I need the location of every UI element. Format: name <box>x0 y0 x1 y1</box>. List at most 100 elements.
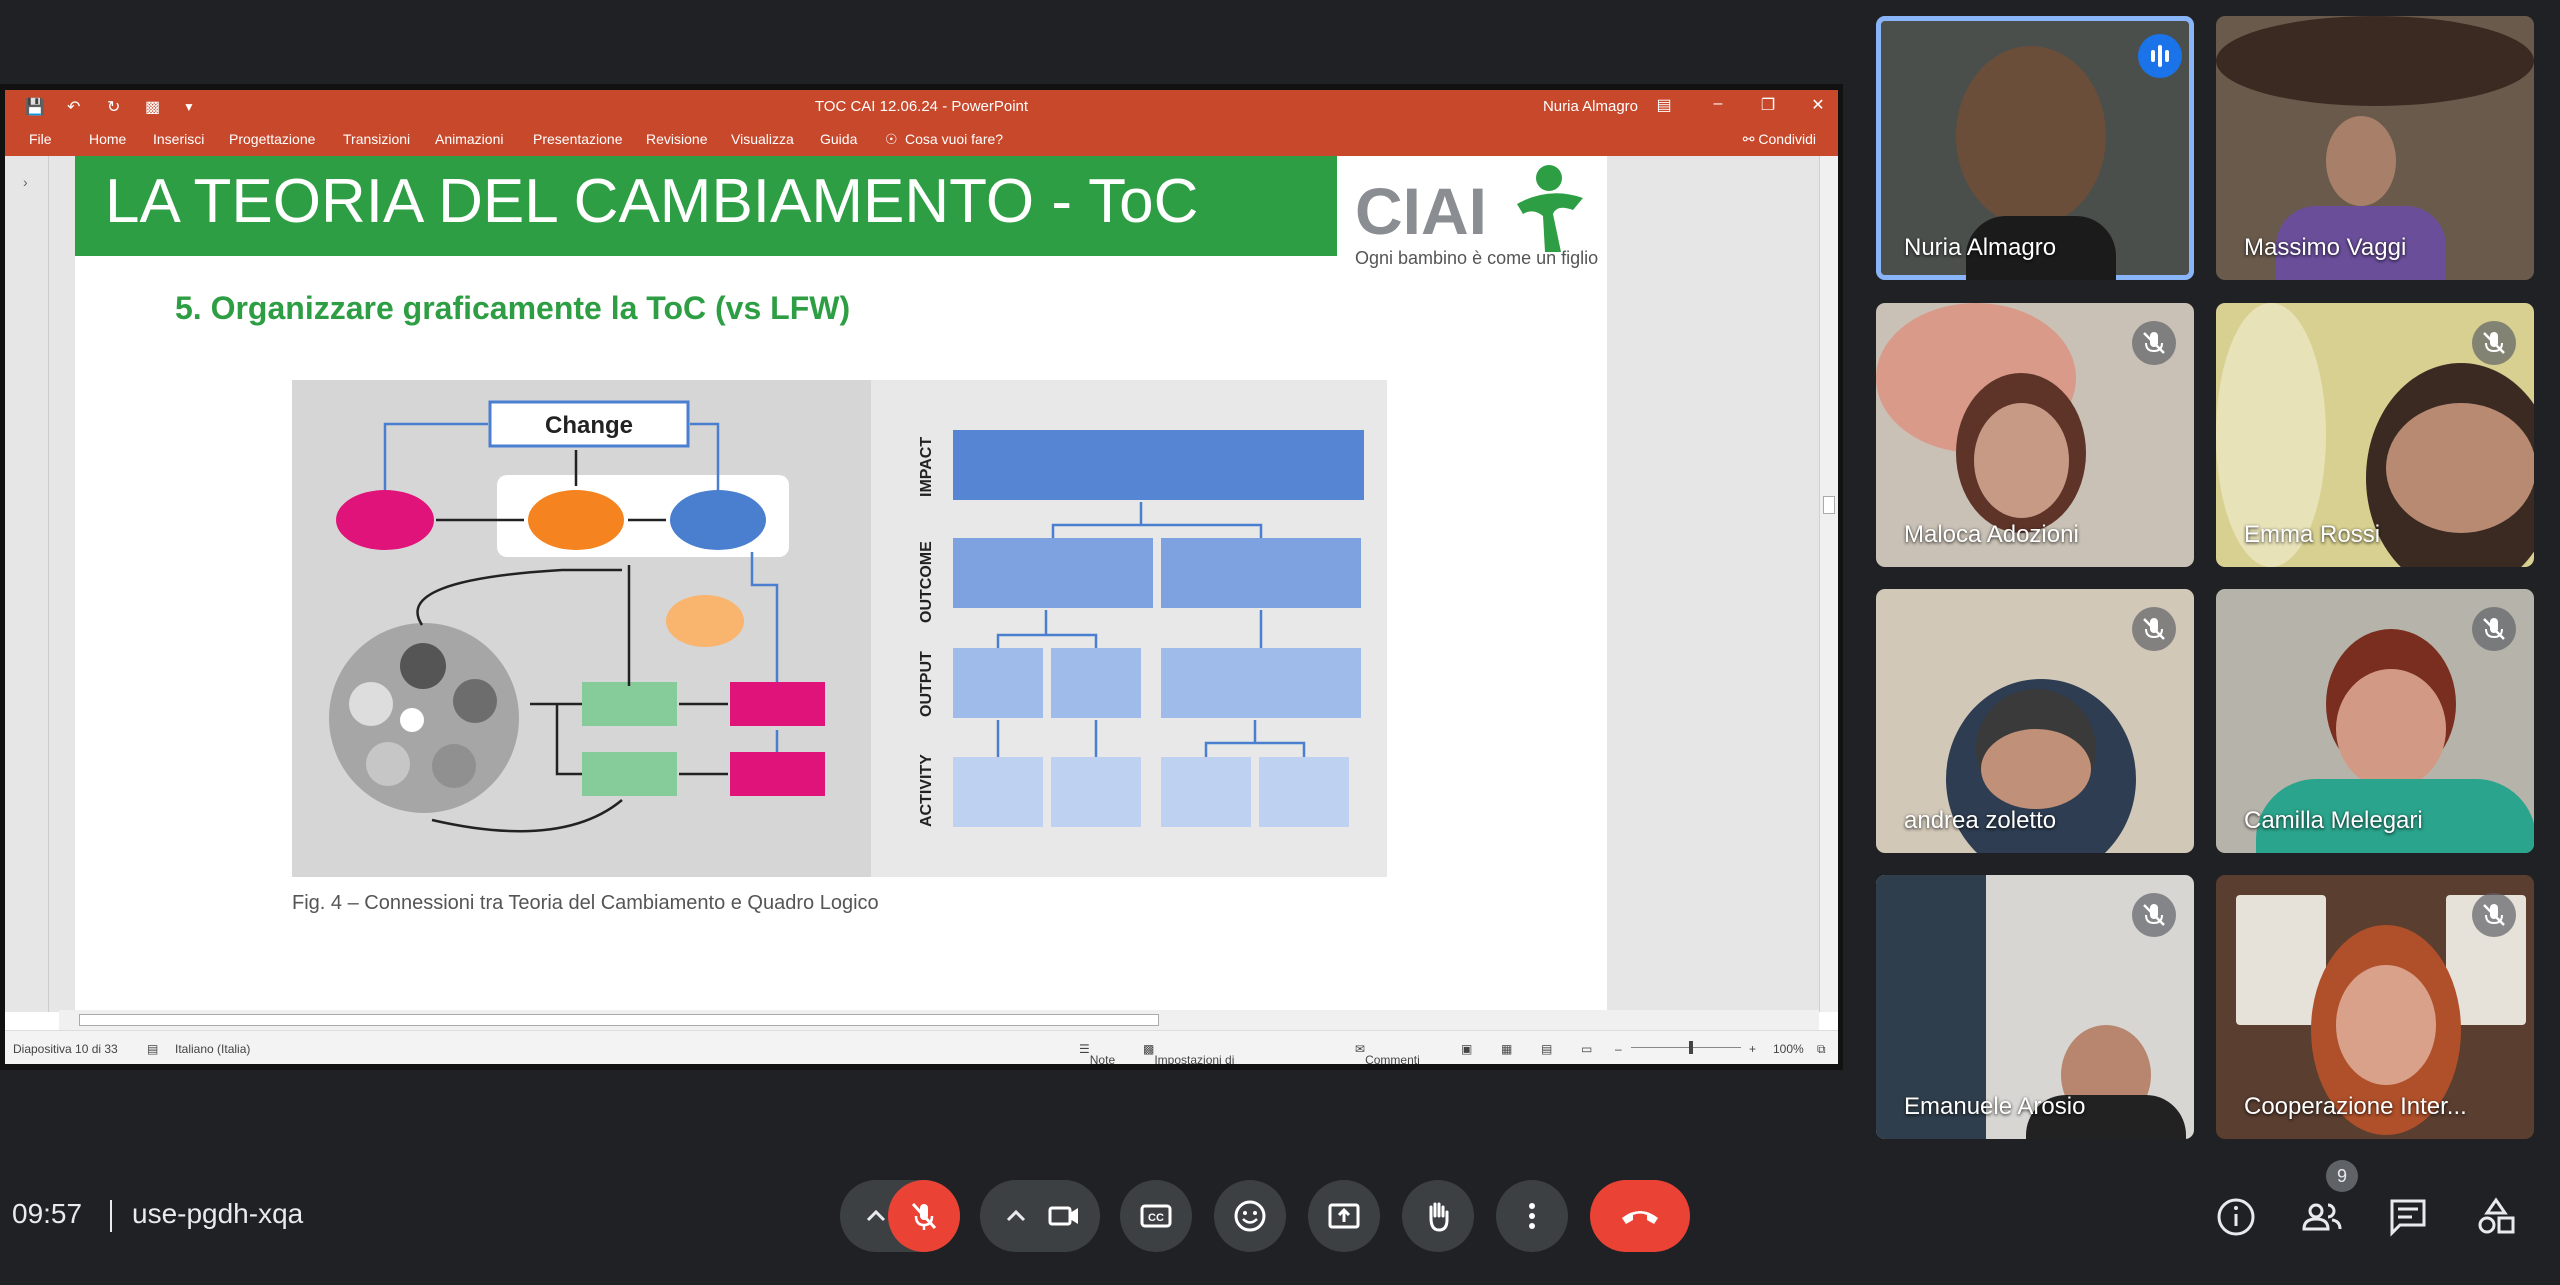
lfw-level-activity: ACTIVITY <box>918 754 935 827</box>
meeting-clock: 09:57 <box>12 1198 83 1229</box>
ppt-user-name[interactable]: Nuria Almagro <box>1543 98 1638 115</box>
participant-tile[interactable]: Camilla Melegari <box>2216 589 2534 853</box>
menu-revisione[interactable]: Revisione <box>646 131 707 147</box>
participant-video <box>1956 46 2106 226</box>
thumbnail-pane-collapsed[interactable]: › <box>5 156 49 1012</box>
menu-animazioni[interactable]: Animazioni <box>435 131 503 147</box>
normal-view-icon[interactable]: ▣ <box>1461 1042 1472 1056</box>
speaking-indicator-icon <box>2138 34 2182 78</box>
mic-off-icon <box>2472 321 2516 365</box>
ciai-logo: CIAI Ogni bambino è come un figlio <box>1355 165 1598 268</box>
logo-tagline: Ogni bambino è come un figlio <box>1355 248 1598 268</box>
chat-button[interactable] <box>2386 1195 2430 1239</box>
present-screen-button[interactable] <box>1308 1180 1380 1252</box>
participant-video-face <box>2336 669 2446 789</box>
participant-name: Maloca Adozioni <box>1904 521 2079 548</box>
comments-button[interactable]: ✉ Commenti <box>1355 1042 1420 1064</box>
closed-captions-icon: CC <box>1140 1204 1172 1228</box>
menu-inserisci[interactable]: Inserisci <box>153 131 204 147</box>
slide[interactable]: LA TEORIA DEL CAMBIAMENTO - ToC CIAI Ogn… <box>75 156 1607 1012</box>
toc-node-light-orange <box>666 595 744 647</box>
restore-icon[interactable]: ❐ <box>1754 95 1782 117</box>
participant-video-face <box>1981 729 2091 809</box>
leave-call-button[interactable] <box>1590 1180 1690 1252</box>
share-button[interactable]: ⚯ Condividi <box>1743 131 1816 148</box>
toc-context-dot-1 <box>400 643 446 689</box>
zoom-slider[interactable] <box>1631 1047 1741 1048</box>
notes-button[interactable]: ☰ Note <box>1079 1042 1115 1064</box>
participant-name: Nuria Almagro <box>1904 234 2057 261</box>
horizontal-scroll-thumb[interactable] <box>79 1014 1159 1026</box>
minimize-icon[interactable]: – <box>1704 95 1732 117</box>
participant-tile[interactable]: Maloca Adozioni <box>1876 303 2194 567</box>
toc-pink-box-2 <box>730 752 825 796</box>
people-button[interactable] <box>2300 1195 2344 1239</box>
present-screen-icon <box>1328 1203 1360 1229</box>
zoom-out-icon[interactable]: – <box>1615 1042 1622 1056</box>
toc-context-dot-4 <box>400 708 424 732</box>
lfw-outcome-box-2 <box>1161 538 1361 608</box>
zoom-level[interactable]: 100% <box>1773 1042 1804 1056</box>
participant-name: andrea zoletto <box>1904 807 2057 834</box>
participant-tile[interactable]: Emanuele Arosio <box>1876 875 2194 1139</box>
emoji-icon <box>1234 1200 1266 1232</box>
fit-to-window-icon[interactable]: ⧉ <box>1817 1042 1826 1057</box>
info-icon <box>2217 1198 2255 1236</box>
menu-presentazione[interactable]: Presentazione <box>533 131 623 147</box>
menu-visualizza[interactable]: Visualizza <box>731 131 794 147</box>
close-icon[interactable]: ✕ <box>1804 95 1832 117</box>
mic-off-icon <box>2132 321 2176 365</box>
ppt-title-bar: 💾 ↶ ↻ ▩ ▼ TOC CAI 12.06.24 - PowerPoint … <box>5 90 1838 122</box>
view-settings-button[interactable]: ▩ Impostazioni di visualizzazione <box>1143 1042 1234 1064</box>
shared-screen: 💾 ↶ ↻ ▩ ▼ TOC CAI 12.06.24 - PowerPoint … <box>0 84 1843 1070</box>
horizontal-scrollbar[interactable] <box>59 1010 1819 1030</box>
tell-me-search[interactable]: Cosa vuoi fare? <box>905 131 1003 147</box>
logo-text: CIAI <box>1355 174 1487 248</box>
zoom-slider-thumb[interactable] <box>1689 1041 1693 1054</box>
spellcheck-icon[interactable]: ▤ <box>147 1042 158 1056</box>
menu-home[interactable]: Home <box>89 131 126 147</box>
reactions-button[interactable] <box>1214 1180 1286 1252</box>
view-settings-label: Impostazioni di visualizzazione <box>1154 1053 1235 1064</box>
video-camera-icon <box>1048 1206 1078 1226</box>
activities-button[interactable] <box>2474 1195 2518 1239</box>
participant-name: Camilla Melegari <box>2244 807 2423 834</box>
toc-context-dot-3 <box>453 679 497 723</box>
more-options-button[interactable] <box>1496 1180 1568 1252</box>
slideshow-view-icon[interactable]: ▭ <box>1581 1042 1592 1056</box>
menu-transizioni[interactable]: Transizioni <box>343 131 410 147</box>
language-indicator[interactable]: Italiano (Italia) <box>175 1042 250 1056</box>
toc-diagram: Change <box>292 380 875 877</box>
reading-view-icon[interactable]: ▤ <box>1541 1042 1552 1056</box>
vertical-scroll-thumb[interactable] <box>1823 496 1835 514</box>
meeting-details-button[interactable] <box>2214 1195 2258 1239</box>
menu-progettazione[interactable]: Progettazione <box>229 131 315 147</box>
participant-name: Emma Rossi <box>2244 521 2381 548</box>
captions-button[interactable]: CC <box>1120 1180 1192 1252</box>
lfw-diagram: IMPACT OUTCOME OUTPUT ACTIVITY <box>871 380 1387 877</box>
participant-tile[interactable]: Emma Rossi <box>2216 303 2534 567</box>
lfw-output-box-2 <box>1051 648 1141 718</box>
divider <box>110 1200 112 1232</box>
ribbon-display-icon[interactable]: ▤ <box>1650 95 1678 117</box>
slide-heading: LA TEORIA DEL CAMBIAMENTO - ToC <box>105 167 1199 236</box>
zoom-in-icon[interactable]: + <box>1749 1042 1756 1056</box>
expand-thumbnails-icon[interactable]: › <box>23 174 28 190</box>
slide-sorter-icon[interactable]: ▦ <box>1501 1042 1512 1056</box>
raise-hand-button[interactable] <box>1402 1180 1474 1252</box>
menu-guida[interactable]: Guida <box>820 131 857 147</box>
participant-tile[interactable]: Nuria Almagro <box>1876 16 2194 280</box>
participant-tile[interactable]: andrea zoletto <box>1876 589 2194 853</box>
participant-tile[interactable]: Cooperazione Inter... <box>2216 875 2534 1139</box>
lfw-impact-box <box>953 430 1364 500</box>
logo-figure-body <box>1517 193 1583 252</box>
comments-label: Commenti <box>1365 1053 1420 1064</box>
camera-toggle-button[interactable] <box>1028 1180 1100 1252</box>
menu-file[interactable]: File <box>29 131 52 147</box>
participant-name: Cooperazione Inter... <box>2244 1093 2467 1120</box>
microphone-toggle-button[interactable] <box>888 1180 960 1252</box>
participant-tile[interactable]: Massimo Vaggi <box>2216 16 2534 280</box>
lfw-activity-box-4 <box>1259 757 1349 827</box>
hand-icon <box>1429 1202 1449 1232</box>
vertical-scrollbar[interactable] <box>1819 156 1838 1012</box>
